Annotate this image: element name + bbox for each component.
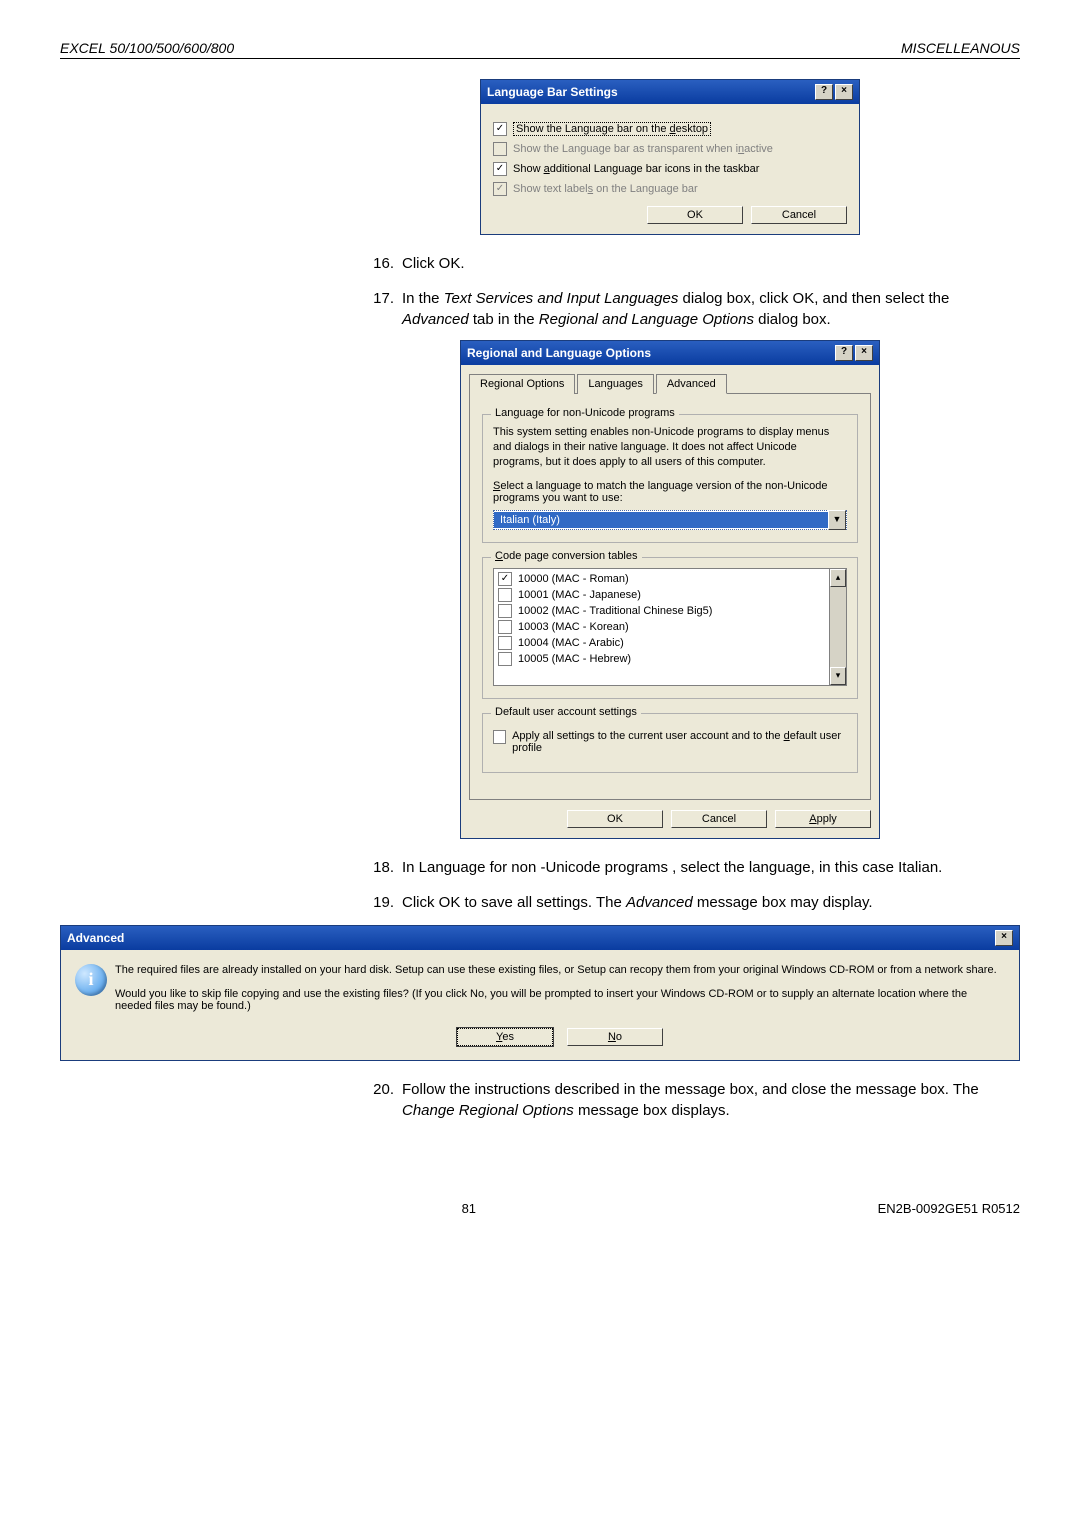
language-select[interactable]: Italian (Italy) ▼ (493, 510, 847, 530)
checkbox-text-labels: ✓ (493, 182, 507, 196)
no-button[interactable]: No (567, 1028, 663, 1046)
ok-button[interactable]: OK (567, 810, 663, 828)
tab-regional-options[interactable]: Regional Options (469, 374, 575, 394)
scroll-up-icon[interactable]: ▴ (830, 569, 846, 587)
header-right: MISCELLEANOUS (901, 40, 1020, 56)
yes-button[interactable]: Yes (457, 1028, 553, 1046)
advmsg-line2: Would you like to skip file copying and … (115, 988, 1005, 1012)
opt-text-labels: Show text labels on the Language bar (513, 183, 698, 195)
close-button[interactable]: × (835, 84, 853, 100)
close-button[interactable]: × (855, 345, 873, 361)
step-number: 20. (360, 1079, 402, 1121)
select-language-label: Select a language to match the language … (493, 480, 847, 504)
advmsg-line1: The required files are already installed… (115, 964, 1005, 976)
regional-dialog: Regional and Language Options ? × Region… (460, 340, 880, 839)
group-codepage: Code page conversion tables (491, 550, 642, 562)
apply-button[interactable]: Apply (775, 810, 871, 828)
opt-taskbar-icons: Show additional Language bar icons in th… (513, 163, 759, 175)
list-item: 10003 (MAC - Korean) (498, 619, 842, 635)
list-item: 10004 (MAC - Arabic) (498, 635, 842, 651)
list-item: ✓10000 (MAC - Roman) (498, 571, 842, 587)
checkbox[interactable] (498, 620, 512, 634)
chevron-down-icon[interactable]: ▼ (828, 510, 846, 530)
step-16: Click OK. (402, 253, 1020, 274)
regional-title: Regional and Language Options (467, 346, 651, 360)
page-number: 81 (462, 1201, 476, 1216)
opt-transparent: Show the Language bar as transparent whe… (513, 143, 773, 155)
close-button[interactable]: × (995, 930, 1013, 946)
step-19: Click OK to save all settings. The Advan… (402, 892, 1020, 913)
checkbox-show-desktop[interactable]: ✓ (493, 122, 507, 136)
checkbox[interactable] (498, 604, 512, 618)
doc-code: EN2B-0092GE51 R0512 (878, 1201, 1020, 1216)
opt-show-desktop: Show the Language bar on the desktop (513, 122, 711, 136)
scroll-down-icon[interactable]: ▾ (830, 667, 846, 685)
langbar-title: Language Bar Settings (487, 85, 618, 99)
tab-languages[interactable]: Languages (577, 374, 653, 394)
step-number: 16. (360, 253, 402, 274)
language-select-value: Italian (Italy) (494, 512, 828, 528)
cancel-button[interactable]: Cancel (751, 206, 847, 224)
advanced-msgbox: Advanced × i The required files are alre… (60, 925, 1020, 1061)
checkbox[interactable] (498, 636, 512, 650)
list-item: 10002 (MAC - Traditional Chinese Big5) (498, 603, 842, 619)
step-18: In Language for non -Unicode programs , … (402, 857, 1020, 878)
checkbox-transparent (493, 142, 507, 156)
header-left: EXCEL 50/100/500/600/800 (60, 40, 234, 56)
help-button[interactable]: ? (835, 345, 853, 361)
help-button[interactable]: ? (815, 84, 833, 100)
step-17: In the Text Services and Input Languages… (402, 288, 1020, 330)
step-20: Follow the instructions described in the… (402, 1079, 1020, 1121)
step-number: 18. (360, 857, 402, 878)
info-icon: i (75, 964, 107, 996)
checkbox-apply-default[interactable] (493, 730, 506, 744)
language-bar-dialog: Language Bar Settings ? × ✓ Show the Lan… (480, 79, 860, 235)
checkbox[interactable]: ✓ (498, 572, 512, 586)
cancel-button[interactable]: Cancel (671, 810, 767, 828)
advanced-title: Advanced (67, 931, 124, 945)
non-unicode-desc: This system setting enables non-Unicode … (493, 425, 847, 470)
group-non-unicode: Language for non-Unicode programs (491, 407, 679, 419)
ok-button[interactable]: OK (647, 206, 743, 224)
checkbox[interactable] (498, 588, 512, 602)
scrollbar[interactable]: ▴ ▾ (829, 569, 846, 685)
checkbox-taskbar-icons[interactable]: ✓ (493, 162, 507, 176)
group-default-account: Default user account settings (491, 706, 641, 718)
tab-advanced[interactable]: Advanced (656, 374, 727, 394)
step-number: 17. (360, 288, 402, 330)
apply-default-label: Apply all settings to the current user a… (512, 730, 847, 754)
list-item: 10001 (MAC - Japanese) (498, 587, 842, 603)
checkbox[interactable] (498, 652, 512, 666)
codepage-listbox[interactable]: ✓10000 (MAC - Roman) 10001 (MAC - Japane… (493, 568, 847, 686)
step-number: 19. (360, 892, 402, 913)
list-item: 10005 (MAC - Hebrew) (498, 651, 842, 667)
